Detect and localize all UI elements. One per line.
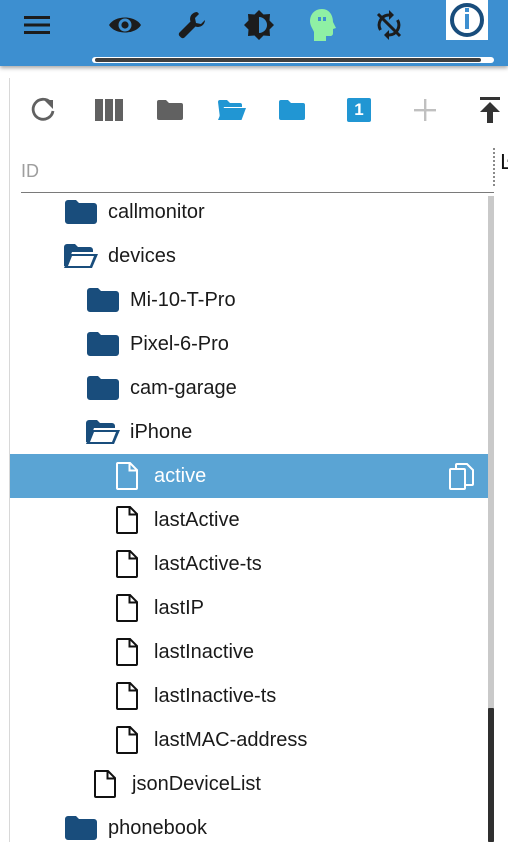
tree-item-lastinactive[interactable]: lastInactive	[10, 630, 490, 674]
tree-item-lastmac-address[interactable]: lastMAC-address	[10, 718, 490, 762]
copy-icon[interactable]	[448, 463, 476, 491]
iobroker-logo[interactable]	[446, 0, 488, 40]
tree-item-iphone[interactable]: iPhone	[10, 410, 490, 454]
tree-item-label: jsonDeviceList	[132, 772, 261, 795]
folder-icon	[86, 285, 120, 315]
expert-mode-head-icon[interactable]	[306, 8, 340, 42]
tree-item-jsondevicelist[interactable]: jsonDeviceList	[10, 762, 490, 806]
column-header-clipped: Ŀ	[500, 150, 508, 174]
tree-item-label: cam-garage	[130, 376, 237, 399]
tree-item-label: Mi-10-T-Pro	[130, 288, 236, 311]
file-icon	[110, 461, 144, 491]
object-toolbar: 1	[0, 90, 508, 132]
tree-item-lastinactive-ts[interactable]: lastInactive-ts	[10, 674, 490, 718]
tree-item-lastactive[interactable]: lastActive	[10, 498, 490, 542]
folder-blue-icon[interactable]	[272, 90, 312, 130]
column-resize-handle[interactable]	[493, 148, 495, 186]
tree-item-label: lastInactive-ts	[154, 684, 277, 707]
tree-item-lastip[interactable]: lastIP	[10, 586, 490, 630]
brightness-icon[interactable]	[242, 8, 276, 42]
object-tree: callmonitor devices Mi-10-T-Pro Pixel-6-…	[10, 190, 490, 842]
file-icon	[88, 769, 122, 799]
tree-item-cam-garage[interactable]: cam-garage	[10, 366, 490, 410]
wrench-icon[interactable]	[175, 8, 209, 42]
tree-item-devices[interactable]: devices	[10, 234, 490, 278]
menu-icon[interactable]	[20, 8, 54, 42]
tree-item-label: active	[154, 464, 207, 487]
folder-icon	[64, 813, 98, 842]
refresh-icon[interactable]	[23, 90, 63, 130]
tree-item-label: Pixel-6-Pro	[130, 332, 229, 355]
tree-item-label: devices	[108, 244, 176, 267]
tree-item-lastactive-ts[interactable]: lastActive-ts	[10, 542, 490, 586]
file-icon	[110, 725, 144, 755]
file-icon	[110, 637, 144, 667]
folder-open-icon	[86, 417, 120, 447]
tree-item-label: iPhone	[130, 420, 193, 443]
folder-icon	[64, 197, 98, 227]
tree-item-pixel-6-pro[interactable]: Pixel-6-Pro	[10, 322, 490, 366]
eye-icon[interactable]	[108, 8, 142, 42]
tree-item-label: lastMAC-address	[154, 728, 308, 751]
tree-item-mi-10-t-pro[interactable]: Mi-10-T-Pro	[10, 278, 490, 322]
file-icon	[110, 681, 144, 711]
folder-open-icon	[64, 241, 98, 271]
id-filter-input[interactable]	[21, 158, 481, 184]
tree-item-label: lastActive	[154, 508, 240, 531]
file-icon	[110, 593, 144, 623]
sync-off-icon[interactable]	[372, 8, 406, 42]
tree-scrollbar-thumb[interactable]	[488, 708, 494, 842]
collapse-top-icon[interactable]	[470, 90, 508, 130]
file-icon	[110, 505, 144, 535]
tree-item-label: lastInactive	[154, 640, 255, 663]
tree-item-label: phonebook	[108, 816, 207, 839]
folder-icon	[86, 373, 120, 403]
level-badge-text: 1	[354, 100, 364, 119]
columns-icon[interactable]	[89, 90, 129, 130]
file-icon	[110, 549, 144, 579]
level-badge[interactable]: 1	[339, 90, 379, 130]
tree-item-phonebook[interactable]: phonebook	[10, 806, 490, 842]
folder-icon	[86, 329, 120, 359]
tree-item-active[interactable]: active	[10, 454, 490, 498]
tree-item-label: lastActive-ts	[154, 552, 262, 575]
tree-item-callmonitor[interactable]: callmonitor	[10, 190, 490, 234]
folder-open-icon[interactable]	[212, 90, 252, 130]
add-icon[interactable]	[405, 90, 445, 130]
tree-item-label: callmonitor	[108, 200, 205, 223]
app-bar	[0, 0, 508, 66]
id-filter	[21, 150, 494, 193]
app-bar-scrollbar-thumb[interactable]	[95, 58, 481, 62]
tree-item-label: lastIP	[154, 596, 205, 619]
folder-closed-icon[interactable]	[150, 90, 190, 130]
